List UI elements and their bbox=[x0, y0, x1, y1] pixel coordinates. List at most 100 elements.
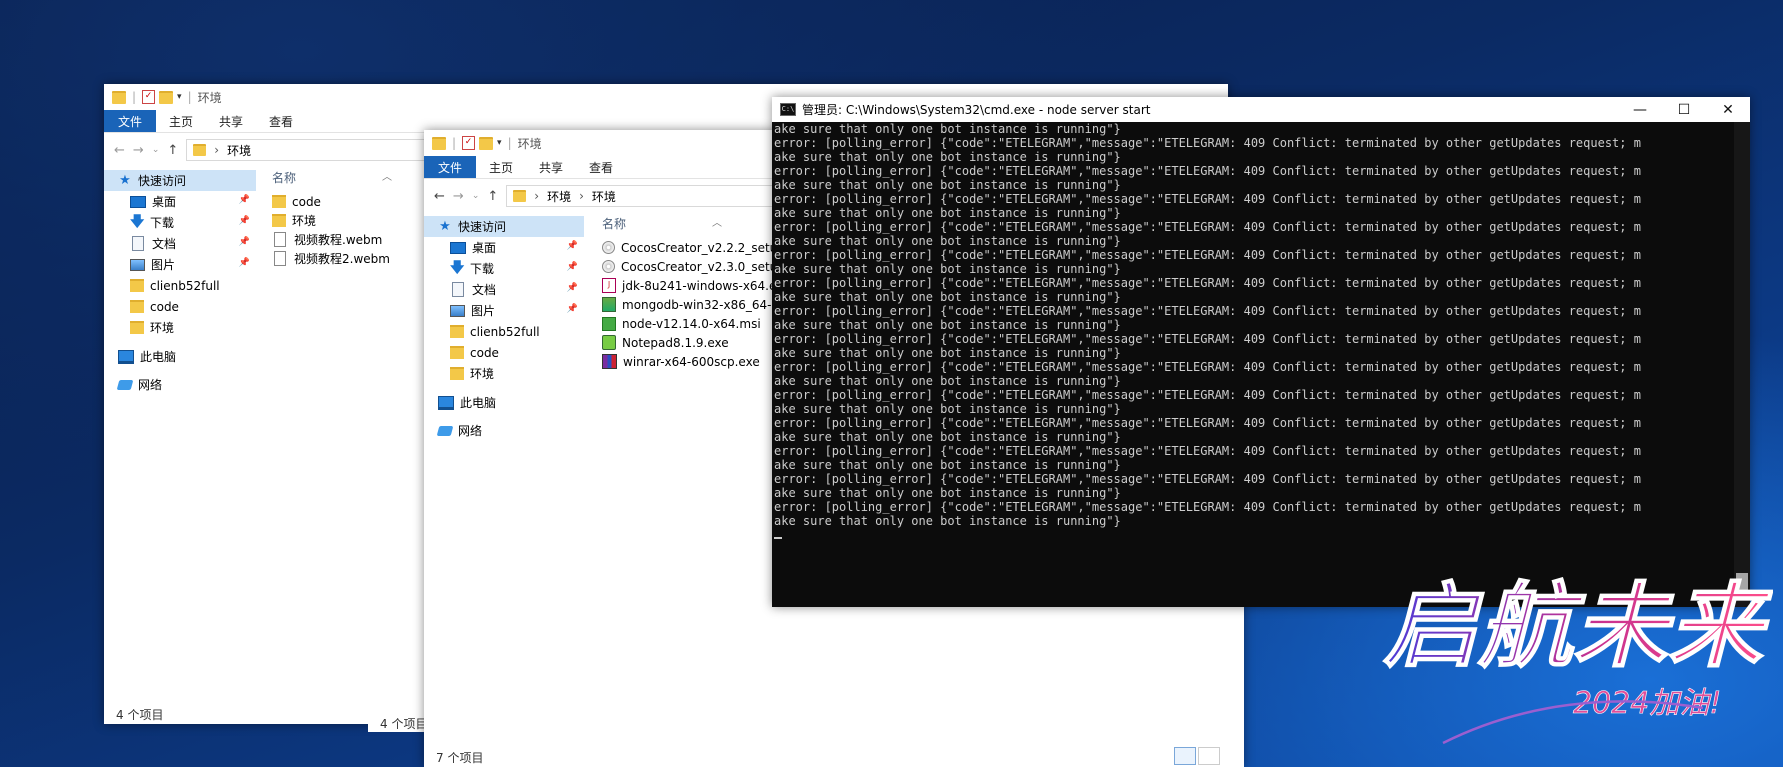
nav-item[interactable]: 环境 bbox=[104, 317, 256, 338]
console-line: ake sure that only one bot instance is r… bbox=[774, 374, 1121, 388]
breadcrumb-chevron-icon[interactable]: › bbox=[214, 143, 219, 157]
chevron-down-icon[interactable]: ▾ bbox=[497, 138, 502, 148]
tab-file[interactable]: 文件 bbox=[104, 110, 157, 132]
console-line: ake sure that only one bot instance is r… bbox=[774, 458, 1121, 472]
window-title: 环境 bbox=[517, 136, 542, 151]
scrollbar-thumb[interactable] bbox=[1736, 573, 1748, 591]
properties-icon[interactable]: ✓ bbox=[142, 90, 156, 104]
tab-view[interactable]: 查看 bbox=[576, 156, 626, 178]
download-icon: 🡇 bbox=[450, 259, 465, 276]
pin-icon[interactable]: 📌 bbox=[239, 216, 250, 226]
nav-item-label: 图片 bbox=[471, 304, 496, 318]
console-line: error: [polling_error] {"code":"ETELEGRA… bbox=[774, 472, 1641, 486]
tab-view[interactable]: 查看 bbox=[256, 110, 306, 132]
nav-item-label: 文档 bbox=[152, 237, 177, 251]
nav-item[interactable]: 文档 📌 bbox=[104, 233, 256, 254]
chevron-down-icon[interactable]: ⌄ bbox=[152, 145, 160, 155]
nav-item-label: 快速访问 bbox=[458, 220, 507, 234]
chevron-down-icon[interactable]: ▾ bbox=[177, 92, 182, 102]
nav-item[interactable]: 图片 📌 bbox=[424, 300, 584, 321]
up-arrow-icon[interactable]: ↑ bbox=[167, 143, 178, 158]
nav-item[interactable]: 环境 bbox=[424, 363, 584, 384]
breadcrumb-item[interactable]: 环境 bbox=[227, 142, 251, 159]
nav-item[interactable]: 此电脑 bbox=[104, 346, 256, 367]
nav-item[interactable]: ★ 快速访问 bbox=[104, 170, 256, 191]
details-view-button[interactable] bbox=[1174, 747, 1196, 765]
cmd-title-bar[interactable]: C:\ 管理员: C:\Windows\System32\cmd.exe - n… bbox=[772, 97, 1750, 122]
nav-item[interactable]: code bbox=[424, 342, 584, 363]
console-line: error: [polling_error] {"code":"ETELEGRA… bbox=[774, 360, 1641, 374]
pin-icon[interactable]: 📌 bbox=[567, 241, 578, 251]
nav-item-label: code bbox=[470, 345, 499, 360]
properties-icon[interactable]: ✓ bbox=[462, 136, 476, 150]
tab-share[interactable]: 共享 bbox=[206, 110, 256, 132]
nav-item[interactable]: 网络 bbox=[104, 374, 256, 395]
forward-arrow-icon[interactable]: → bbox=[453, 189, 464, 204]
console-line: error: [polling_error] {"code":"ETELEGRA… bbox=[774, 388, 1641, 402]
cmd-window[interactable]: C:\ 管理员: C:\Windows\System32\cmd.exe - n… bbox=[772, 97, 1750, 607]
console-line: error: [polling_error] {"code":"ETELEGRA… bbox=[774, 136, 1641, 150]
nav-item[interactable]: 文档 📌 bbox=[424, 279, 584, 300]
pin-icon[interactable]: 📌 bbox=[567, 283, 578, 293]
breadcrumb-item[interactable]: 环境 bbox=[547, 188, 571, 205]
forward-arrow-icon[interactable]: → bbox=[133, 143, 144, 158]
close-button[interactable]: ✕ bbox=[1706, 97, 1750, 122]
back-arrow-icon[interactable]: ← bbox=[434, 189, 445, 204]
back-arrow-icon[interactable]: ← bbox=[114, 143, 125, 158]
vertical-scrollbar[interactable] bbox=[1734, 122, 1750, 607]
nav-item[interactable]: 🡇 下载 📌 bbox=[104, 212, 256, 233]
folder-icon bbox=[450, 346, 464, 359]
nav-item[interactable]: clienb52full bbox=[104, 275, 256, 296]
console-line: ake sure that only one bot instance is r… bbox=[774, 514, 1121, 528]
minimize-button[interactable]: — bbox=[1618, 97, 1662, 122]
pin-icon[interactable]: 📌 bbox=[567, 304, 578, 314]
console-line: ake sure that only one bot instance is r… bbox=[774, 318, 1121, 332]
this-pc-icon bbox=[118, 349, 134, 364]
folder-icon bbox=[130, 300, 144, 313]
tab-file[interactable]: 文件 bbox=[424, 156, 477, 178]
new-folder-icon[interactable] bbox=[479, 136, 494, 150]
pin-icon[interactable]: 📌 bbox=[567, 262, 578, 272]
installer-disc-icon bbox=[602, 241, 615, 254]
pin-icon[interactable]: 📌 bbox=[239, 195, 250, 205]
breadcrumb-item[interactable]: 环境 bbox=[592, 188, 616, 205]
console-line: error: [polling_error] {"code":"ETELEGRA… bbox=[774, 164, 1641, 178]
separator: | bbox=[187, 90, 192, 104]
nav-item-label: 网络 bbox=[138, 378, 163, 392]
chevron-down-icon[interactable]: ⌄ bbox=[472, 191, 480, 201]
mongodb-icon bbox=[602, 297, 616, 312]
tab-home[interactable]: 主页 bbox=[476, 156, 526, 178]
pin-icon[interactable]: 📌 bbox=[239, 237, 250, 247]
nav-item-label: 桌面 bbox=[152, 195, 177, 209]
pin-icon[interactable]: 📌 bbox=[239, 258, 250, 268]
console-line: error: [polling_error] {"code":"ETELEGRA… bbox=[774, 276, 1641, 290]
java-icon: J bbox=[602, 278, 616, 293]
large-icons-view-button[interactable] bbox=[1198, 747, 1220, 765]
nav-list: ★ 快速访问 桌面 📌 🡇 下载 📌 文档 📌 图片 📌 clienb52full code 环境此电脑网… bbox=[424, 216, 584, 441]
tab-home[interactable]: 主页 bbox=[156, 110, 206, 132]
nav-item[interactable]: clienb52full bbox=[424, 321, 584, 342]
window-title: 环境 bbox=[197, 90, 222, 105]
nav-item[interactable]: ★ 快速访问 bbox=[424, 216, 584, 237]
nav-item[interactable]: 🡇 下载 📌 bbox=[424, 258, 584, 279]
console-output[interactable]: ake sure that only one bot instance is r… bbox=[774, 122, 1734, 607]
installer-disc-icon bbox=[602, 260, 615, 273]
console-line: ake sure that only one bot instance is r… bbox=[774, 122, 1121, 136]
nav-item[interactable]: 此电脑 bbox=[424, 392, 584, 413]
breadcrumb-chevron-icon[interactable]: › bbox=[579, 189, 584, 203]
nav-item[interactable]: 网络 bbox=[424, 420, 584, 441]
up-arrow-icon[interactable]: ↑ bbox=[487, 189, 498, 204]
nav-item[interactable]: code bbox=[104, 296, 256, 317]
nav-item[interactable]: 桌面 📌 bbox=[104, 191, 256, 212]
nav-item[interactable]: 桌面 📌 bbox=[424, 237, 584, 258]
maximize-button[interactable]: ☐ bbox=[1662, 97, 1706, 122]
new-folder-icon[interactable] bbox=[159, 90, 174, 104]
navigation-pane: ★ 快速访问 桌面 📌 🡇 下载 📌 文档 📌 图片 📌 clienb52full code 环境此电脑网… bbox=[424, 212, 584, 747]
nav-item-label: 环境 bbox=[150, 321, 175, 335]
tab-share[interactable]: 共享 bbox=[526, 156, 576, 178]
desktop-icon bbox=[450, 241, 466, 254]
nav-item[interactable]: 图片 📌 bbox=[104, 254, 256, 275]
breadcrumb-chevron-icon[interactable]: › bbox=[534, 189, 539, 203]
item-count: 7 个项目 bbox=[436, 750, 484, 765]
star-icon: ★ bbox=[119, 173, 131, 188]
